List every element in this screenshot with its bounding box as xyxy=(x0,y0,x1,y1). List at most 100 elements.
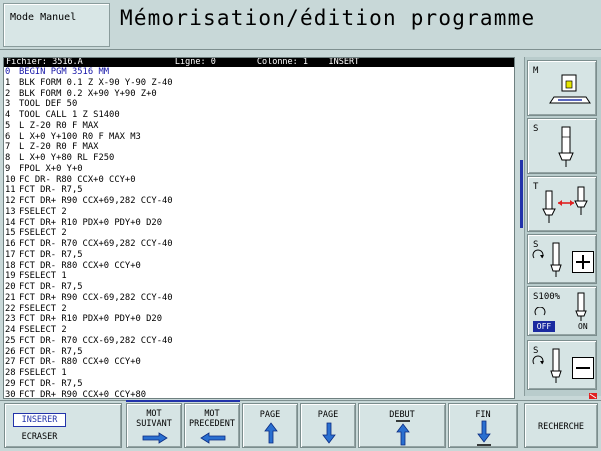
insert-mode-option[interactable]: INSERER xyxy=(13,413,66,427)
line-number: 27 xyxy=(5,357,16,368)
program-line[interactable]: 29 FCT DR- R7,5 xyxy=(5,379,514,390)
program-line[interactable]: 22 FSELECT 2 xyxy=(5,304,514,315)
line-text: FSELECT 2 xyxy=(19,325,67,335)
program-line[interactable]: 14 FCT DR+ R10 PDX+0 PDY+0 D20 xyxy=(5,218,514,229)
line-text: FSELECT 2 xyxy=(19,206,67,217)
arrow-left-icon xyxy=(200,432,226,444)
program-line[interactable]: 28 FSELECT 1 xyxy=(5,368,514,379)
line-text: FSELECT 2 xyxy=(19,228,67,239)
override-on-label[interactable]: ON xyxy=(578,322,588,331)
softkey-insert-overwrite[interactable]: INSERER ECRASER xyxy=(4,403,122,448)
side-softkey-m[interactable]: M xyxy=(527,60,597,116)
line-text: L X+0 Y+80 RL F250 xyxy=(19,153,115,163)
line-number: 12 xyxy=(5,196,16,206)
spindle-rotation-icon xyxy=(532,249,544,259)
program-line[interactable]: 23 FCT DR+ R10 PDX+0 PDY+0 D20 xyxy=(5,314,514,325)
softkey-page-up[interactable]: PAGE xyxy=(242,403,298,448)
line-text: FPOL X+0 Y+0 xyxy=(19,163,83,174)
program-line[interactable]: 21 FCT DR+ R90 CCX-69,282 CCY-40 xyxy=(5,293,514,304)
program-line[interactable]: 4 TOOL CALL 1 Z S1400 xyxy=(5,110,514,121)
line-number: 3 xyxy=(5,99,11,110)
line-number: 6 xyxy=(5,131,11,142)
line-number: 20 xyxy=(5,282,16,292)
line-number: 21 xyxy=(5,292,16,303)
spindle-icon xyxy=(550,242,562,277)
side-softkey-spindle-override[interactable]: S100% OFF ON xyxy=(527,286,597,336)
line-number: 18 xyxy=(5,260,16,271)
program-line[interactable]: 26 FCT DR- R7,5 xyxy=(5,347,514,358)
softkey-next-word[interactable]: MOT SUIVANT xyxy=(126,403,182,448)
spindle-icon xyxy=(575,292,587,321)
program-line[interactable]: 2 BLK FORM 0.2 X+90 Y+90 Z+0 xyxy=(5,89,514,100)
side-softkey-s[interactable]: S xyxy=(527,118,597,174)
side-softkey-spindle-minus[interactable]: S xyxy=(527,340,597,390)
program-line[interactable]: 5 L Z-20 R0 F MAX xyxy=(5,121,514,132)
spindle-rotation-icon xyxy=(534,307,546,316)
line-number: 22 xyxy=(5,303,16,314)
line-number: 23 xyxy=(5,314,16,325)
s100-label: S100% xyxy=(533,292,561,302)
line-text: BLK FORM 0.2 X+90 Y+90 Z+0 xyxy=(19,88,157,99)
program-line[interactable]: 10 FC DR- R80 CCX+0 CCY+0 xyxy=(5,175,514,186)
line-text: FSELECT 2 xyxy=(19,303,67,314)
program-line[interactable]: 15 FSELECT 2 xyxy=(5,228,514,239)
line-text: FCT DR+ R90 CCX+0 CCY+80 xyxy=(19,389,147,399)
program-line[interactable]: 16 FCT DR- R70 CCX+69,282 CCY-40 xyxy=(5,239,514,250)
softkey-previous-word[interactable]: MOT PRECEDENT xyxy=(184,403,240,448)
program-line[interactable]: 0 BEGIN PGM 3516 MM xyxy=(5,67,514,78)
side-softkey-t[interactable]: T xyxy=(527,176,597,232)
program-line[interactable]: 17 FCT DR- R7,5 xyxy=(5,250,514,261)
side-softkey-spindle-plus[interactable]: S xyxy=(527,234,597,284)
line-text: BLK FORM 0.1 Z X-90 Y-90 Z-40 xyxy=(19,77,173,88)
program-line[interactable]: 13 FSELECT 2 xyxy=(5,207,514,218)
program-line[interactable]: 6 L X+0 Y+100 R0 F MAX M3 xyxy=(5,132,514,143)
program-line[interactable]: 18 FCT DR- R80 CCX+0 CCY+0 xyxy=(5,261,514,272)
program-line[interactable]: 27 FCT DR- R80 CCX+0 CCY+0 xyxy=(5,357,514,368)
program-line[interactable]: 11 FCT DR- R7,5 xyxy=(5,185,514,196)
softkey-begin[interactable]: DEBUT xyxy=(358,403,446,448)
overwrite-mode-option[interactable]: ECRASER xyxy=(13,432,66,442)
program-line[interactable]: 3 TOOL DEF 50 xyxy=(5,99,514,110)
prev-word-line1: MOT xyxy=(204,409,220,419)
program-lines[interactable]: 0 BEGIN PGM 3516 MM 1 BLK FORM 0.1 Z X-90… xyxy=(4,67,514,399)
softkey-search[interactable]: RECHERCHE xyxy=(524,403,598,448)
line-number: 9 xyxy=(5,163,11,174)
program-line[interactable]: 8 L X+0 Y+80 RL F250 xyxy=(5,153,514,164)
program-line[interactable]: 9 FPOL X+0 Y+0 xyxy=(5,164,514,175)
program-line[interactable]: 25 FCT DR- R70 CCX-69,282 CCY-40 xyxy=(5,336,514,347)
program-editor[interactable]: Fichier: 3516.A Ligne: 0 Colonne: 1 INSE… xyxy=(3,57,515,399)
program-line[interactable]: 30 FCT DR+ R90 CCX+0 CCY+80 xyxy=(5,389,514,399)
s-label: S xyxy=(533,124,539,134)
line-text: L Z-20 R0 F MAX xyxy=(19,120,99,131)
softkey-page-down[interactable]: PAGE xyxy=(300,403,356,448)
search-label: RECHERCHE xyxy=(537,422,585,432)
line-text: FCT DR- R7,5 xyxy=(19,346,83,357)
line-number: 15 xyxy=(5,228,16,239)
page-title: Mémorisation/édition programme xyxy=(120,6,536,30)
arrow-up-to-top-icon xyxy=(396,420,410,446)
line-number: 8 xyxy=(5,153,11,163)
program-line[interactable]: 24 FSELECT 2 xyxy=(5,325,514,336)
arrow-up-icon xyxy=(264,422,278,444)
line-number: 0 xyxy=(5,67,11,77)
prev-word-line2: PRECEDENT xyxy=(188,419,236,429)
line-number: 29 xyxy=(5,378,16,389)
header-bar: Mode Manuel Mémorisation/édition program… xyxy=(0,0,601,50)
program-line[interactable]: 19 FSELECT 1 xyxy=(5,271,514,282)
line-text: TOOL CALL 1 Z S1400 xyxy=(19,110,120,120)
program-line[interactable]: 7 L Z-20 R0 F MAX xyxy=(5,142,514,153)
alert-icon xyxy=(589,393,597,399)
program-line[interactable]: 20 FCT DR- R7,5 xyxy=(5,282,514,293)
line-text: FCT DR+ R10 PDX+0 PDY+0 D20 xyxy=(19,314,162,325)
line-text: L X+0 Y+100 R0 F MAX M3 xyxy=(19,131,141,142)
program-line[interactable]: 12 FCT DR+ R90 CCX+69,282 CCY-40 xyxy=(5,196,514,207)
line-text: FCT DR- R7,5 xyxy=(19,249,83,260)
softkey-end[interactable]: FIN xyxy=(448,403,518,448)
m-label: M xyxy=(533,66,539,76)
program-line[interactable]: 1 BLK FORM 0.1 Z X-90 Y-90 Z-40 xyxy=(5,78,514,89)
spindle-icon xyxy=(550,348,562,383)
line-number: 25 xyxy=(5,335,16,346)
mode-indicator: Mode Manuel xyxy=(3,3,110,47)
line-text: FCT DR- R7,5 xyxy=(19,282,83,292)
override-off-button[interactable]: OFF xyxy=(533,321,555,332)
